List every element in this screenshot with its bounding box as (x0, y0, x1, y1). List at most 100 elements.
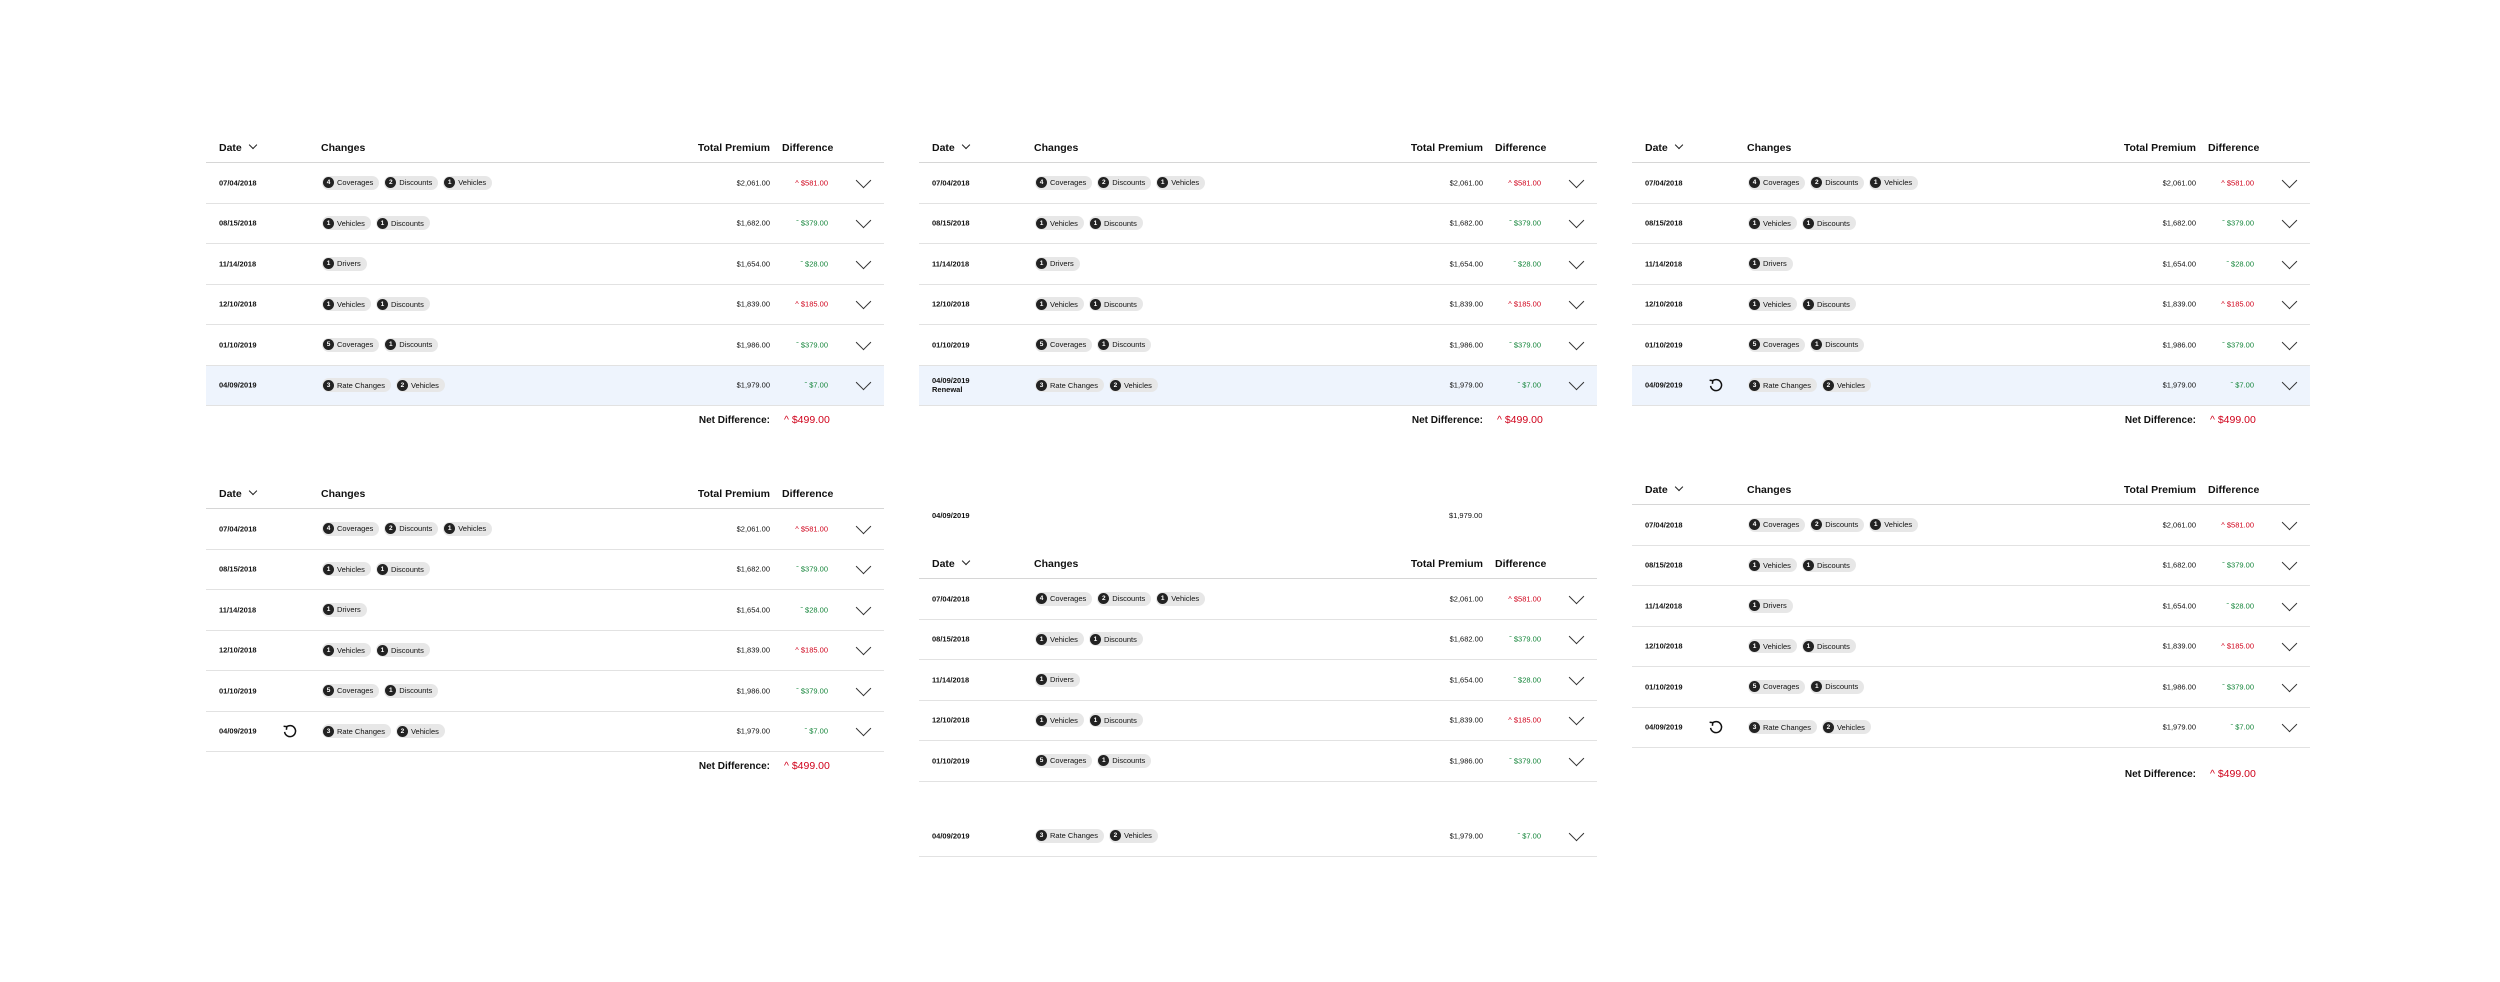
expand-chevron-icon[interactable] (2281, 212, 2298, 229)
change-chip[interactable]: 1 Vehicles (322, 297, 371, 312)
table-row[interactable]: 07/04/2018 4 Coverages 2 Discounts 1 Vehicles $… (919, 163, 1597, 204)
expand-chevron-icon[interactable] (1568, 374, 1585, 391)
change-chip[interactable]: 3 Rate Changes (1748, 720, 1817, 735)
date-sort-header[interactable]: Date (932, 140, 971, 154)
change-chip[interactable]: 1 Discounts (384, 337, 439, 352)
change-chip[interactable]: 2 Discounts (384, 521, 439, 536)
expand-chevron-icon[interactable] (2281, 374, 2298, 391)
table-row[interactable]: 01/10/2019 5 Coverages 1 Discounts $1,986.00 ˇ… (919, 741, 1597, 782)
change-chip[interactable]: 3 Rate Changes (1748, 378, 1817, 393)
table-row[interactable]: 08/15/2018 1 Vehicles 1 Discounts $1,682.00 ˇ … (919, 620, 1597, 660)
table-row[interactable]: 07/04/2018 4 Coverages 2 Discounts 1 Vehicles $… (1632, 163, 2310, 204)
change-chip[interactable]: 1 Drivers (322, 256, 367, 271)
change-chip[interactable]: 3 Rate Changes (1035, 828, 1104, 843)
table-row[interactable]: 08/15/2018 1 Vehicles 1 Discounts $1,682.00 ˇ … (206, 204, 884, 244)
table-row[interactable]: 08/15/2018 1 Vehicles 1 Discounts $1,682.00 ˇ … (206, 550, 884, 590)
expand-chevron-icon[interactable] (1568, 293, 1585, 310)
table-row[interactable]: 04/09/2019 3 Rate Changes 2 Vehicles $1,979.0… (206, 365, 884, 406)
table-row[interactable]: 12/10/2018 1 Vehicles 1 Discounts $1,839.00 ^ … (1632, 285, 2310, 325)
change-chip[interactable]: 1 Drivers (1035, 256, 1080, 271)
change-chip[interactable]: 2 Discounts (384, 175, 439, 190)
change-chip[interactable]: 1 Drivers (322, 602, 367, 617)
change-chip[interactable]: 3 Rate Changes (322, 378, 391, 393)
change-chip[interactable]: 1 Vehicles (443, 521, 493, 536)
table-row[interactable]: 07/04/2018 4 Coverages 2 Discounts 1 Vehicles $… (206, 163, 884, 204)
change-chip[interactable]: 1 Discounts (375, 643, 430, 658)
expand-chevron-icon[interactable] (855, 518, 872, 535)
change-chip[interactable]: 2 Vehicles (395, 724, 445, 739)
expand-chevron-icon[interactable] (2281, 514, 2298, 531)
table-row[interactable]: 01/10/2019 5 Coverages 1 Discounts $1,986.00 ˇ… (206, 671, 884, 712)
table-row[interactable]: 11/14/2018 1 Drivers $1,654.00 ˇ $28.00 (919, 244, 1597, 285)
change-chip[interactable]: 1 Vehicles (1156, 591, 1206, 606)
change-chip[interactable]: 1 Discounts (1801, 558, 1856, 573)
change-chip[interactable]: 1 Discounts (1088, 216, 1143, 231)
change-chip[interactable]: 2 Discounts (1097, 591, 1152, 606)
change-chip[interactable]: 1 Discounts (1088, 632, 1143, 647)
expand-chevron-icon[interactable] (1568, 172, 1585, 189)
change-chip[interactable]: 5 Coverages (1748, 337, 1806, 352)
change-chip[interactable]: 1 Discounts (375, 297, 430, 312)
expand-chevron-icon[interactable] (855, 172, 872, 189)
change-chip[interactable]: 1 Discounts (1097, 753, 1152, 768)
undo-icon[interactable] (282, 723, 298, 739)
expand-chevron-icon[interactable] (2281, 635, 2298, 652)
table-row[interactable]: 01/10/2019 5 Coverages 1 Discounts $1,986.00 ˇ… (206, 325, 884, 366)
change-chip[interactable]: 1 Vehicles (1748, 216, 1797, 231)
change-chip[interactable]: 1 Discounts (1801, 639, 1856, 654)
table-row[interactable]: 12/10/2018 1 Vehicles 1 Discounts $1,839.00 ^ … (1632, 627, 2310, 667)
expand-chevron-icon[interactable] (855, 253, 872, 270)
table-row[interactable]: 01/10/2019 5 Coverages 1 Discounts $1,986.00 ˇ… (919, 325, 1597, 366)
expand-chevron-icon[interactable] (855, 639, 872, 656)
change-chip[interactable]: 1 Vehicles (1869, 517, 1919, 532)
table-row[interactable]: 04/09/2019 Renewal 3 Rate Changes 2 Vehicles $… (919, 365, 1597, 406)
change-chip[interactable]: 1 Drivers (1035, 672, 1080, 687)
table-row[interactable]: 11/14/2018 1 Drivers $1,654.00 ˇ $28.00 (206, 590, 884, 631)
change-chip[interactable]: 4 Coverages (1748, 175, 1806, 190)
table-row[interactable]: 07/04/2018 4 Coverages 2 Discounts 1 Vehicles $… (1632, 505, 2310, 546)
table-row[interactable]: 04/09/2019 3 Rate Changes 2 Vehicles $1,979.0… (1632, 365, 2310, 406)
table-row[interactable]: 08/15/2018 1 Vehicles 1 Discounts $1,682.00 ˇ … (1632, 546, 2310, 586)
expand-chevron-icon[interactable] (855, 212, 872, 229)
change-chip[interactable]: 1 Vehicles (322, 562, 371, 577)
expand-chevron-icon[interactable] (2281, 595, 2298, 612)
table-row[interactable]: 11/14/2018 1 Drivers $1,654.00 ˇ $28.00 (919, 660, 1597, 701)
table-row[interactable]: 11/14/2018 1 Drivers $1,654.00 ˇ $28.00 (1632, 244, 2310, 285)
expand-chevron-icon[interactable] (1568, 212, 1585, 229)
expand-chevron-icon[interactable] (855, 558, 872, 575)
change-chip[interactable]: 1 Discounts (1801, 297, 1856, 312)
change-chip[interactable]: 4 Coverages (322, 521, 380, 536)
expand-chevron-icon[interactable] (2281, 253, 2298, 270)
expand-chevron-icon[interactable] (1568, 253, 1585, 270)
table-row[interactable]: 08/15/2018 1 Vehicles 1 Discounts $1,682.00 ˇ … (1632, 204, 2310, 244)
change-chip[interactable]: 1 Vehicles (1748, 639, 1797, 654)
expand-chevron-icon[interactable] (2281, 293, 2298, 310)
change-chip[interactable]: 1 Vehicles (322, 643, 371, 658)
change-chip[interactable]: 2 Discounts (1810, 517, 1865, 532)
table-row[interactable]: 12/10/2018 1 Vehicles 1 Discounts $1,839.00 ^ … (206, 285, 884, 325)
change-chip[interactable]: 1 Vehicles (1748, 558, 1797, 573)
change-chip[interactable]: 1 Discounts (1097, 337, 1152, 352)
change-chip[interactable]: 1 Discounts (1088, 297, 1143, 312)
change-chip[interactable]: 3 Rate Changes (1035, 378, 1104, 393)
expand-chevron-icon[interactable] (1568, 334, 1585, 351)
change-chip[interactable]: 1 Vehicles (1869, 175, 1919, 190)
change-chip[interactable]: 4 Coverages (1748, 517, 1806, 532)
expand-chevron-icon[interactable] (855, 334, 872, 351)
expand-chevron-icon[interactable] (1568, 588, 1585, 605)
change-chip[interactable]: 1 Discounts (1088, 713, 1143, 728)
change-chip[interactable]: 1 Vehicles (1035, 216, 1084, 231)
change-chip[interactable]: 2 Vehicles (1108, 828, 1158, 843)
expand-chevron-icon[interactable] (2281, 172, 2298, 189)
table-row[interactable]: 12/10/2018 1 Vehicles 1 Discounts $1,839.00 ^ … (919, 701, 1597, 741)
date-sort-header[interactable]: Date (1645, 482, 1684, 496)
change-chip[interactable]: 2 Vehicles (1821, 378, 1871, 393)
change-chip[interactable]: 3 Rate Changes (322, 724, 391, 739)
change-chip[interactable]: 5 Coverages (1035, 337, 1093, 352)
change-chip[interactable]: 1 Discounts (1801, 216, 1856, 231)
change-chip[interactable]: 1 Discounts (384, 683, 439, 698)
change-chip[interactable]: 1 Vehicles (1748, 297, 1797, 312)
expand-chevron-icon[interactable] (1568, 628, 1585, 645)
table-row[interactable]: 01/10/2019 5 Coverages 1 Discounts $1,986.00 ˇ… (1632, 667, 2310, 708)
table-row[interactable]: 08/15/2018 1 Vehicles 1 Discounts $1,682.00 ˇ … (919, 204, 1597, 244)
